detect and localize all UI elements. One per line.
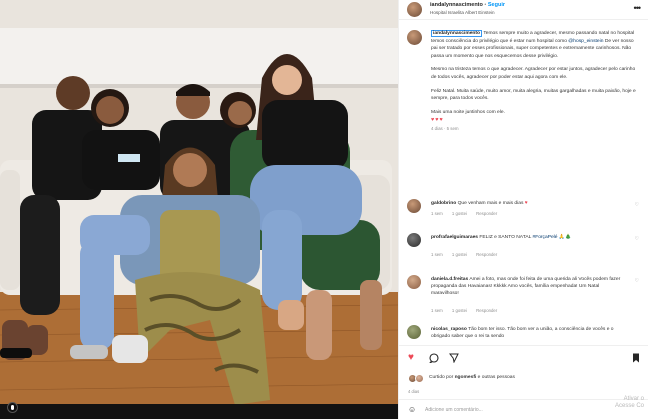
caption-text-3: Feliz Natal. Muita saúde, muito amor, mu… — [431, 88, 636, 102]
more-options-icon[interactable]: ••• — [634, 3, 642, 13]
author-avatar[interactable] — [407, 2, 422, 17]
liked-by-row[interactable]: Curtido por ngomesfi e outras pessoas — [399, 372, 648, 386]
emoji-icon[interactable]: ☺ — [408, 405, 416, 414]
send-icon[interactable] — [448, 353, 459, 365]
comment-icon[interactable] — [428, 353, 439, 366]
caption-username[interactable]: iandalynnascimento — [431, 30, 483, 37]
comment-like-icon[interactable]: ♡ — [635, 278, 639, 284]
comment-reply-button[interactable]: Responder — [476, 252, 497, 257]
add-comment-input[interactable]: Adicione um comentário... — [425, 407, 483, 413]
post-photo[interactable] — [0, 0, 398, 419]
caption-avatar[interactable] — [407, 30, 422, 45]
comment-reply-button[interactable]: Responder — [476, 211, 497, 216]
comment-time: 1 sem — [431, 252, 443, 257]
caption-hearts: ♥♥♥ — [431, 117, 444, 124]
commenter-avatar[interactable] — [407, 275, 421, 289]
comment-text: FELIZ e SANTO NATAL — [479, 235, 532, 240]
windows-activation-watermark: Ativar o Acesse Co — [614, 396, 644, 409]
post-date: 4 dias — [408, 389, 420, 394]
comment-username[interactable]: nicolas_raposo — [431, 327, 467, 332]
comment-like-icon[interactable]: ♡ — [635, 202, 639, 208]
comment-username[interactable]: galdobrino — [431, 201, 456, 206]
follow-button[interactable]: Seguir — [488, 2, 505, 8]
heart-icon[interactable]: ♥ — [408, 353, 414, 363]
author-username[interactable]: iandalynnascimento — [430, 2, 483, 8]
commenter-avatar[interactable] — [407, 233, 421, 247]
audio-icon[interactable] — [7, 402, 18, 413]
comment-username[interactable]: daniela.d.freitas — [431, 277, 468, 282]
comment-emoji: ♥ — [524, 201, 528, 206]
liker-avatar — [415, 374, 424, 383]
liked-by-user[interactable]: ngomesfi — [455, 375, 477, 380]
comment-reply-button[interactable]: Responder — [476, 308, 497, 313]
add-comment-bar: ☺ Adicione um comentário... — [399, 399, 648, 419]
bookmark-icon[interactable] — [632, 353, 640, 366]
post-side-panel: iandalynnascimento • Seguir Hospital Isr… — [398, 0, 648, 419]
caption-time: 4 dias · 5 sem — [431, 125, 459, 131]
comment-like-icon[interactable]: ♡ — [635, 236, 639, 242]
comment-hashtag[interactable]: #ForçaPelé — [532, 235, 557, 240]
post-location[interactable]: Hospital Israelita Albert Einstein — [430, 10, 495, 15]
post-header: iandalynnascimento • Seguir Hospital Isr… — [399, 0, 648, 20]
comment-time: 1 sem — [431, 211, 443, 216]
liked-by-suffix[interactable]: e outras pessoas — [478, 375, 515, 380]
caption-text-4: Mais uma noite juntinhos com ele. — [431, 109, 505, 115]
comment-emoji: 🙏🎄 — [558, 235, 572, 240]
liked-by-prefix: Curtido por — [429, 375, 454, 380]
caption-text-2: Mesmo na tristeza temos o que agradecer.… — [431, 67, 636, 80]
commenter-avatar[interactable] — [407, 325, 421, 339]
caption-mention[interactable]: @hosp_einstein — [568, 39, 603, 44]
comment-time: 1 sem — [431, 308, 443, 313]
comment-likes[interactable]: 1 gostei — [452, 211, 467, 216]
family-photo-illustration — [0, 0, 398, 419]
comment-text: Que venham mais e mais dias — [457, 201, 524, 206]
comment-username[interactable]: profrafaelguimaraes — [431, 235, 478, 240]
header-separator: • — [484, 2, 487, 8]
comment-likes[interactable]: 1 gostei — [452, 308, 467, 313]
post-actions-bar: ♥ — [399, 345, 648, 369]
comment-likes[interactable]: 1 gostei — [452, 252, 467, 257]
commenter-avatar[interactable] — [407, 199, 421, 213]
